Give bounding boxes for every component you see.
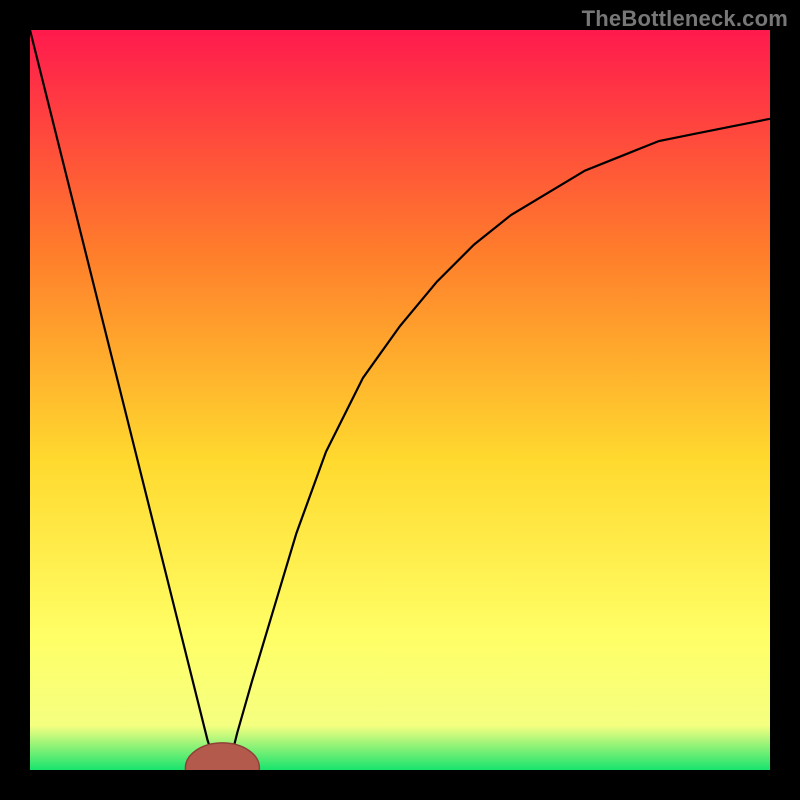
watermark-text: TheBottleneck.com xyxy=(582,6,788,32)
chart-frame: TheBottleneck.com xyxy=(0,0,800,800)
bottleneck-plot xyxy=(30,30,770,770)
